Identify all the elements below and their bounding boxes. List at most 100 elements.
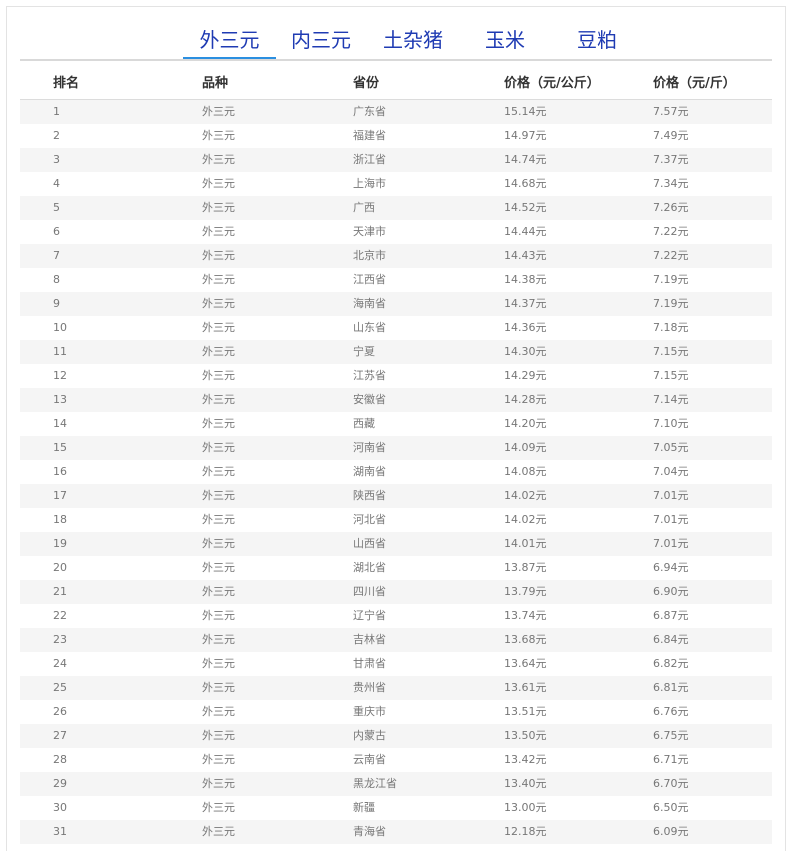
cell-price-per-kg: 14.38元 xyxy=(504,273,547,286)
cell-price-per-jin: 6.87元 xyxy=(653,609,689,622)
cell-rank: 13 xyxy=(53,393,67,406)
tab-yu-mi[interactable]: 玉米 xyxy=(461,23,549,61)
cell-price-per-jin: 6.84元 xyxy=(653,633,689,646)
cell-rank: 30 xyxy=(53,801,67,814)
cell-price-per-kg: 13.64元 xyxy=(504,657,547,670)
cell-price-per-kg: 14.97元 xyxy=(504,129,547,142)
cell-price-per-jin: 7.22元 xyxy=(653,249,689,262)
cell-price-per-kg: 15.14元 xyxy=(504,105,547,118)
cell-price-per-jin: 7.49元 xyxy=(653,129,689,142)
cell-province: 吉林省 xyxy=(353,633,386,646)
cell-rank: 22 xyxy=(53,609,67,622)
table-header: 排名 品种 省份 价格（元/公斤） 价格（元/斤） xyxy=(20,61,772,100)
table-row: 1 外三元 广东省 15.14元 7.57元 xyxy=(20,100,772,124)
cell-province: 天津市 xyxy=(353,225,386,238)
cell-province: 内蒙古 xyxy=(353,729,386,742)
cell-variety: 外三元 xyxy=(202,609,235,622)
table-row: 7 外三元 北京市 14.43元 7.22元 xyxy=(20,244,772,268)
cell-province: 安徽省 xyxy=(353,393,386,406)
table-row: 27 外三元 内蒙古 13.50元 6.75元 xyxy=(20,724,772,748)
cell-rank: 1 xyxy=(53,105,60,118)
table-row: 29 外三元 黑龙江省 13.40元 6.70元 xyxy=(20,772,772,796)
cell-price-per-kg: 14.28元 xyxy=(504,393,547,406)
cell-price-per-kg: 14.36元 xyxy=(504,321,547,334)
cell-rank: 15 xyxy=(53,441,67,454)
cell-variety: 外三元 xyxy=(202,105,235,118)
cell-price-per-jin: 7.18元 xyxy=(653,321,689,334)
table-row: 22 外三元 辽宁省 13.74元 6.87元 xyxy=(20,604,772,628)
cell-rank: 18 xyxy=(53,513,67,526)
cell-province: 福建省 xyxy=(353,129,386,142)
cell-price-per-kg: 14.02元 xyxy=(504,513,547,526)
cell-price-per-kg: 13.40元 xyxy=(504,777,547,790)
table-row: 4 外三元 上海市 14.68元 7.34元 xyxy=(20,172,772,196)
cell-price-per-kg: 13.42元 xyxy=(504,753,547,766)
cell-variety: 外三元 xyxy=(202,585,235,598)
cell-province: 青海省 xyxy=(353,825,386,838)
cell-variety: 外三元 xyxy=(202,129,235,142)
table-row: 28 外三元 云南省 13.42元 6.71元 xyxy=(20,748,772,772)
cell-price-per-jin: 7.19元 xyxy=(653,273,689,286)
cell-price-per-jin: 6.82元 xyxy=(653,657,689,670)
header-price-per-kg: 价格（元/公斤） xyxy=(504,76,600,91)
table-row: 23 外三元 吉林省 13.68元 6.84元 xyxy=(20,628,772,652)
cell-price-per-jin: 7.57元 xyxy=(653,105,689,118)
table-row: 25 外三元 贵州省 13.61元 6.81元 xyxy=(20,676,772,700)
cell-variety: 外三元 xyxy=(202,345,235,358)
cell-variety: 外三元 xyxy=(202,729,235,742)
cell-price-per-jin: 6.09元 xyxy=(653,825,689,838)
cell-price-per-kg: 14.08元 xyxy=(504,465,547,478)
table-row: 21 外三元 四川省 13.79元 6.90元 xyxy=(20,580,772,604)
cell-price-per-jin: 7.01元 xyxy=(653,513,689,526)
cell-province: 上海市 xyxy=(353,177,386,190)
cell-price-per-jin: 7.26元 xyxy=(653,201,689,214)
cell-variety: 外三元 xyxy=(202,561,235,574)
cell-rank: 20 xyxy=(53,561,67,574)
cell-price-per-kg: 13.50元 xyxy=(504,729,547,742)
tab-wai-san-yuan[interactable]: 外三元 xyxy=(183,23,276,61)
cell-price-per-kg: 13.74元 xyxy=(504,609,547,622)
cell-province: 贵州省 xyxy=(353,681,386,694)
tab-nei-san-yuan[interactable]: 内三元 xyxy=(277,23,365,61)
cell-price-per-jin: 6.76元 xyxy=(653,705,689,718)
cell-variety: 外三元 xyxy=(202,441,235,454)
cell-rank: 5 xyxy=(53,201,60,214)
cell-province: 云南省 xyxy=(353,753,386,766)
cell-price-per-jin: 6.81元 xyxy=(653,681,689,694)
cell-province: 西藏 xyxy=(353,417,375,430)
cell-province: 河北省 xyxy=(353,513,386,526)
cell-price-per-jin: 7.05元 xyxy=(653,441,689,454)
table-row: 16 外三元 湖南省 14.08元 7.04元 xyxy=(20,460,772,484)
cell-rank: 19 xyxy=(53,537,67,550)
tab-tu-za-zhu[interactable]: 土杂猪 xyxy=(369,23,457,61)
cell-variety: 外三元 xyxy=(202,657,235,670)
cell-variety: 外三元 xyxy=(202,177,235,190)
cell-price-per-kg: 14.02元 xyxy=(504,489,547,502)
cell-province: 江苏省 xyxy=(353,369,386,382)
cell-rank: 3 xyxy=(53,153,60,166)
tab-dou-po[interactable]: 豆粕 xyxy=(553,23,641,61)
cell-rank: 4 xyxy=(53,177,60,190)
cell-rank: 28 xyxy=(53,753,67,766)
cell-price-per-kg: 13.79元 xyxy=(504,585,547,598)
cell-variety: 外三元 xyxy=(202,249,235,262)
cell-price-per-kg: 13.51元 xyxy=(504,705,547,718)
cell-rank: 29 xyxy=(53,777,67,790)
cell-rank: 8 xyxy=(53,273,60,286)
cell-price-per-kg: 14.20元 xyxy=(504,417,547,430)
cell-province: 湖北省 xyxy=(353,561,386,574)
cell-price-per-jin: 6.90元 xyxy=(653,585,689,598)
cell-price-per-jin: 6.94元 xyxy=(653,561,689,574)
cell-price-per-kg: 14.74元 xyxy=(504,153,547,166)
table-row: 26 外三元 重庆市 13.51元 6.76元 xyxy=(20,700,772,724)
table-row: 13 外三元 安徽省 14.28元 7.14元 xyxy=(20,388,772,412)
cell-variety: 外三元 xyxy=(202,417,235,430)
cell-province: 广东省 xyxy=(353,105,386,118)
cell-variety: 外三元 xyxy=(202,681,235,694)
cell-price-per-kg: 14.52元 xyxy=(504,201,547,214)
table-row: 5 外三元 广西 14.52元 7.26元 xyxy=(20,196,772,220)
cell-province: 重庆市 xyxy=(353,705,386,718)
tab-bar: 外三元 内三元 土杂猪 玉米 豆粕 xyxy=(7,7,787,61)
cell-price-per-kg: 14.30元 xyxy=(504,345,547,358)
table-row: 15 外三元 河南省 14.09元 7.05元 xyxy=(20,436,772,460)
